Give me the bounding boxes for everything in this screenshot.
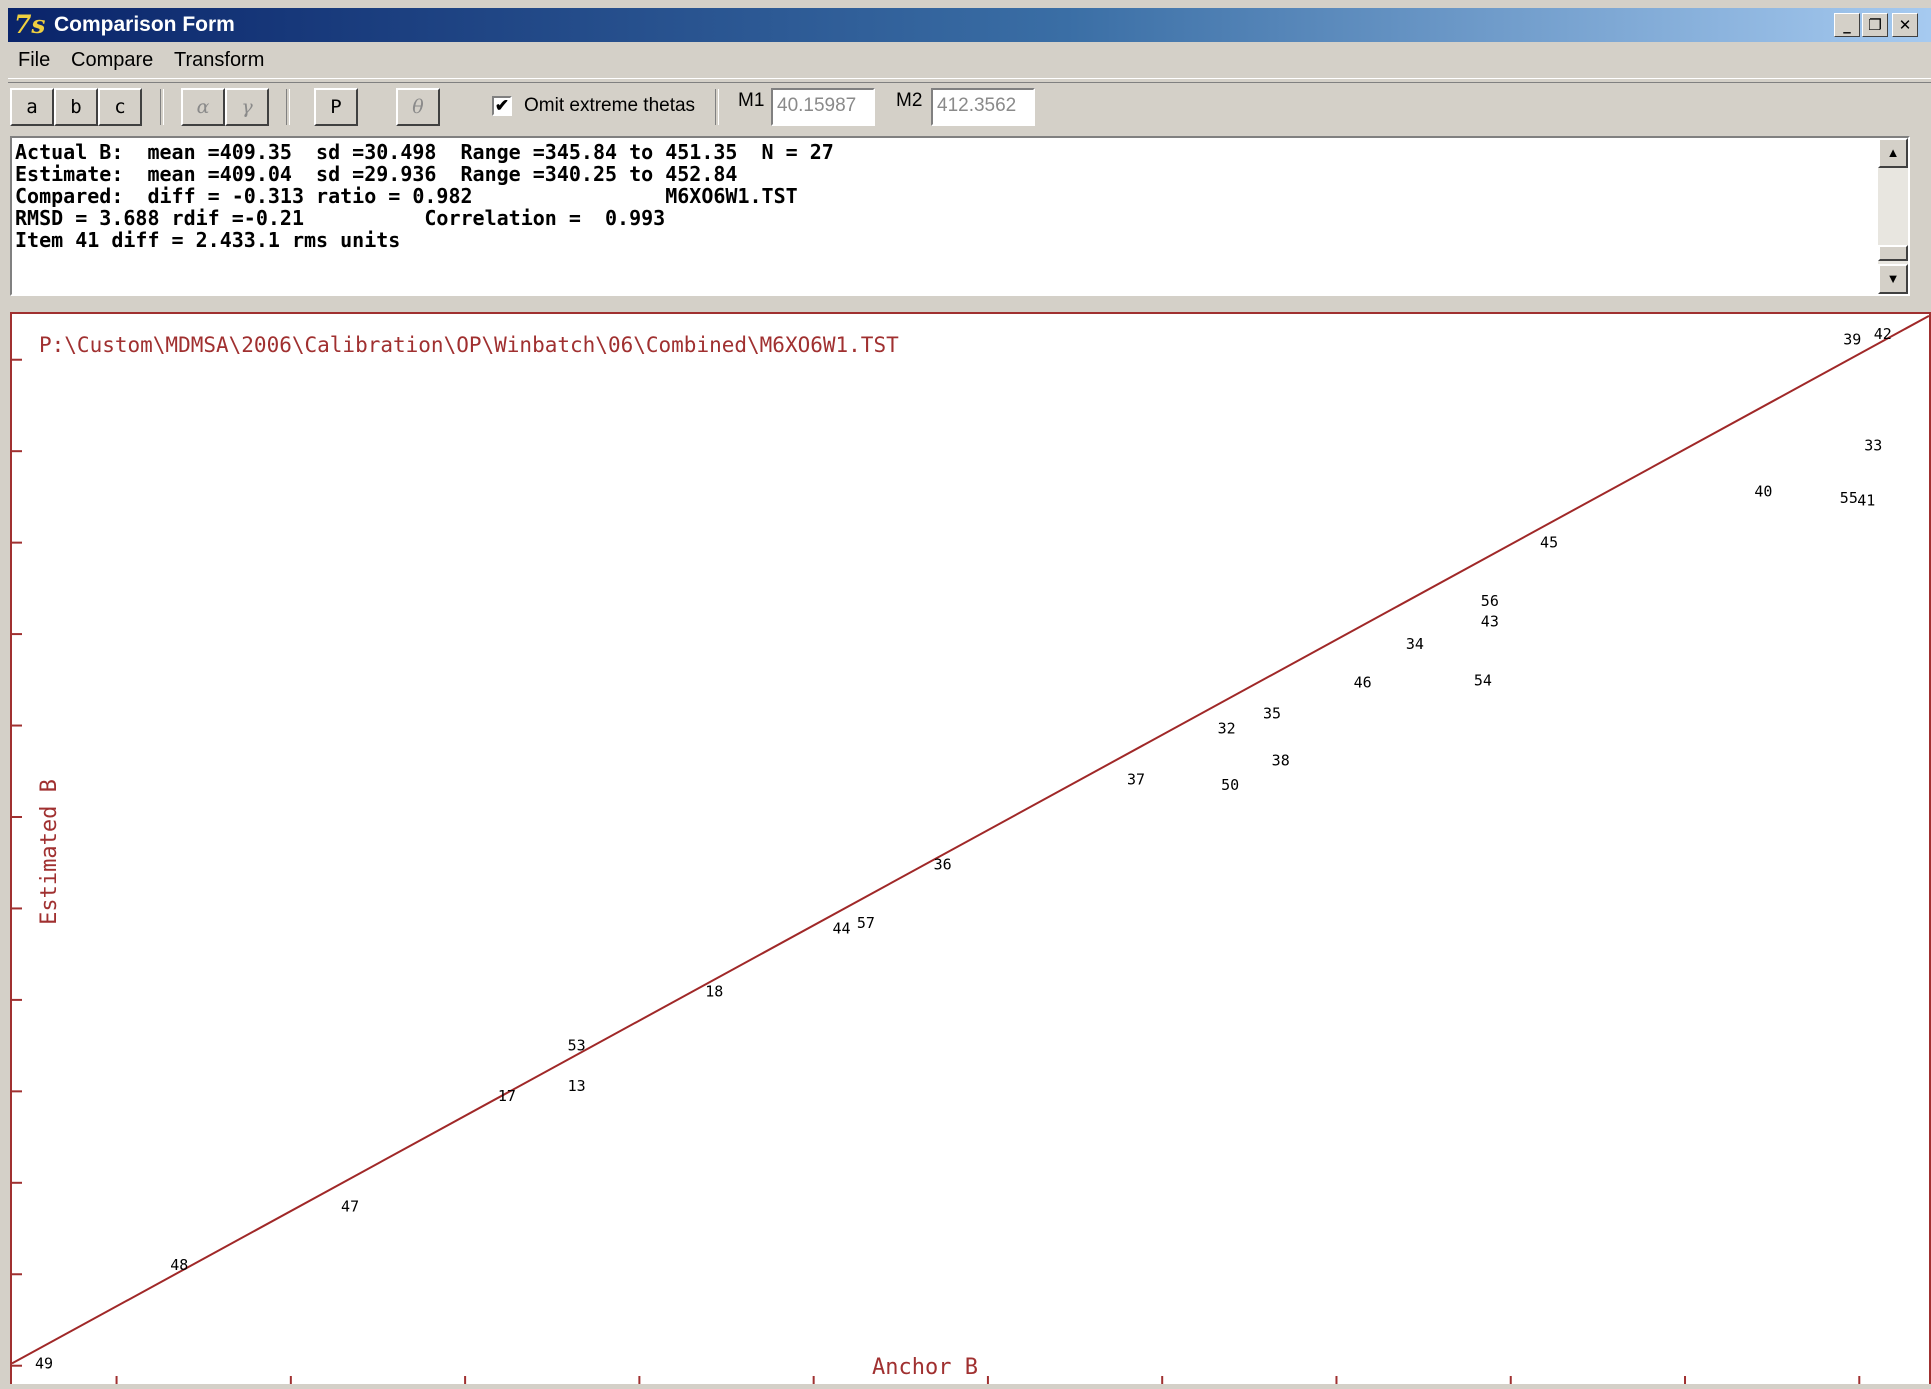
omit-extreme-thetas-label: Omit extreme thetas xyxy=(524,95,696,116)
data-point-label: 44 xyxy=(833,920,851,938)
restore-button[interactable]: ❐ xyxy=(1862,13,1888,37)
data-point-label: 38 xyxy=(1272,751,1290,769)
data-point-label: 56 xyxy=(1481,592,1499,610)
data-point-label: 49 xyxy=(35,1354,53,1372)
theta-button[interactable]: θ xyxy=(396,88,440,126)
param-c-button[interactable]: c xyxy=(98,88,142,126)
m2-label: M2 xyxy=(896,90,923,111)
data-point-label: 54 xyxy=(1474,672,1492,690)
stats-actual: Actual B: mean =409.35 sd =30.498 Range … xyxy=(15,140,834,164)
plot-title: P:\Custom\MDMSA\2006\Calibration\OP\Winb… xyxy=(39,333,899,357)
data-point-label: 43 xyxy=(1481,612,1499,630)
data-point-label: 36 xyxy=(934,856,952,874)
stats-scrollbar[interactable]: ▲ ▼ xyxy=(1878,138,1908,294)
data-point-label: 55 xyxy=(1840,489,1858,507)
scroll-down-arrow-icon[interactable]: ▼ xyxy=(1878,264,1908,294)
data-point-label: 40 xyxy=(1754,482,1772,500)
stats-rmsd: RMSD = 3.688 rdif =-0.21 Correlation = 0… xyxy=(15,206,666,230)
data-point-label: 35 xyxy=(1263,705,1281,723)
toolbar-separator xyxy=(286,89,290,125)
data-point-label: 48 xyxy=(170,1256,188,1274)
stats-item: Item 41 diff = 2.433.1 rms units xyxy=(15,228,401,252)
data-point-label: 45 xyxy=(1540,534,1558,552)
menu-transform[interactable]: Transform xyxy=(174,49,264,72)
param-a-button[interactable]: a xyxy=(10,88,54,126)
toolbar: a b c α γ P θ ✔ Omit extreme thetas M1 4… xyxy=(8,82,1931,133)
data-point-label: 53 xyxy=(568,1037,586,1055)
menu-file[interactable]: File xyxy=(18,49,50,72)
statistics-panel[interactable]: Actual B: mean =409.35 sd =30.498 Range … xyxy=(10,136,1910,296)
p-button[interactable]: P xyxy=(314,88,358,126)
data-point-label: 33 xyxy=(1864,437,1882,455)
data-point-label: 37 xyxy=(1127,770,1145,788)
comparison-form-window: 7s Comparison Form _ ❐ ✕ File Compare Tr… xyxy=(0,0,1931,1384)
x-axis-label: Anchor B xyxy=(872,1355,978,1380)
data-point-label: 47 xyxy=(341,1198,359,1216)
data-point-label: 50 xyxy=(1221,776,1239,794)
stats-compared: Compared: diff = -0.313 ratio = 0.982 M6… xyxy=(15,184,798,208)
plot-canvas: 49 48 47 17 13 53 18 44 57 36 37 32 50 35 38 46 34 54 56 43… xyxy=(11,314,1930,1384)
scroll-thumb[interactable] xyxy=(1878,245,1908,261)
data-point-label: 41 xyxy=(1857,492,1875,510)
stats-estimate: Estimate: mean =409.04 sd =29.936 Range … xyxy=(15,162,738,186)
m1-label: M1 xyxy=(738,90,765,111)
app-logo-icon: 7s xyxy=(14,10,46,39)
gamma-button[interactable]: γ xyxy=(225,88,269,126)
close-button[interactable]: ✕ xyxy=(1892,13,1918,37)
menu-bar: File Compare Transform xyxy=(8,44,1931,79)
menu-compare[interactable]: Compare xyxy=(71,49,153,72)
data-point-label: 46 xyxy=(1354,674,1372,692)
m1-field[interactable]: 40.15987 xyxy=(771,88,875,126)
toolbar-separator xyxy=(160,89,164,125)
data-point-label: 32 xyxy=(1218,719,1236,737)
data-point-label: 17 xyxy=(498,1087,516,1105)
data-point-label: 34 xyxy=(1406,635,1424,653)
omit-extreme-thetas-checkbox[interactable]: ✔ xyxy=(492,96,512,116)
data-point-label: 42 xyxy=(1874,325,1892,343)
minimize-button[interactable]: _ xyxy=(1834,13,1860,37)
toolbar-separator xyxy=(715,89,719,125)
title-bar[interactable]: 7s Comparison Form _ ❐ ✕ xyxy=(8,8,1931,42)
y-axis-label: Estimated B xyxy=(37,779,62,925)
data-point-label: 57 xyxy=(857,914,875,932)
identity-line xyxy=(11,314,1930,1365)
scroll-up-arrow-icon[interactable]: ▲ xyxy=(1878,138,1908,168)
comparison-plot[interactable]: 49 48 47 17 13 53 18 44 57 36 37 32 50 35 38 46 34 54 56 43… xyxy=(10,312,1931,1384)
m2-field[interactable]: 412.3562 xyxy=(931,88,1035,126)
data-point-label: 18 xyxy=(705,983,723,1001)
param-b-button[interactable]: b xyxy=(54,88,98,126)
window-title: Comparison Form xyxy=(54,13,235,36)
data-point-label: 13 xyxy=(568,1077,586,1095)
alpha-button[interactable]: α xyxy=(181,88,225,126)
data-point-label: 39 xyxy=(1843,331,1861,349)
